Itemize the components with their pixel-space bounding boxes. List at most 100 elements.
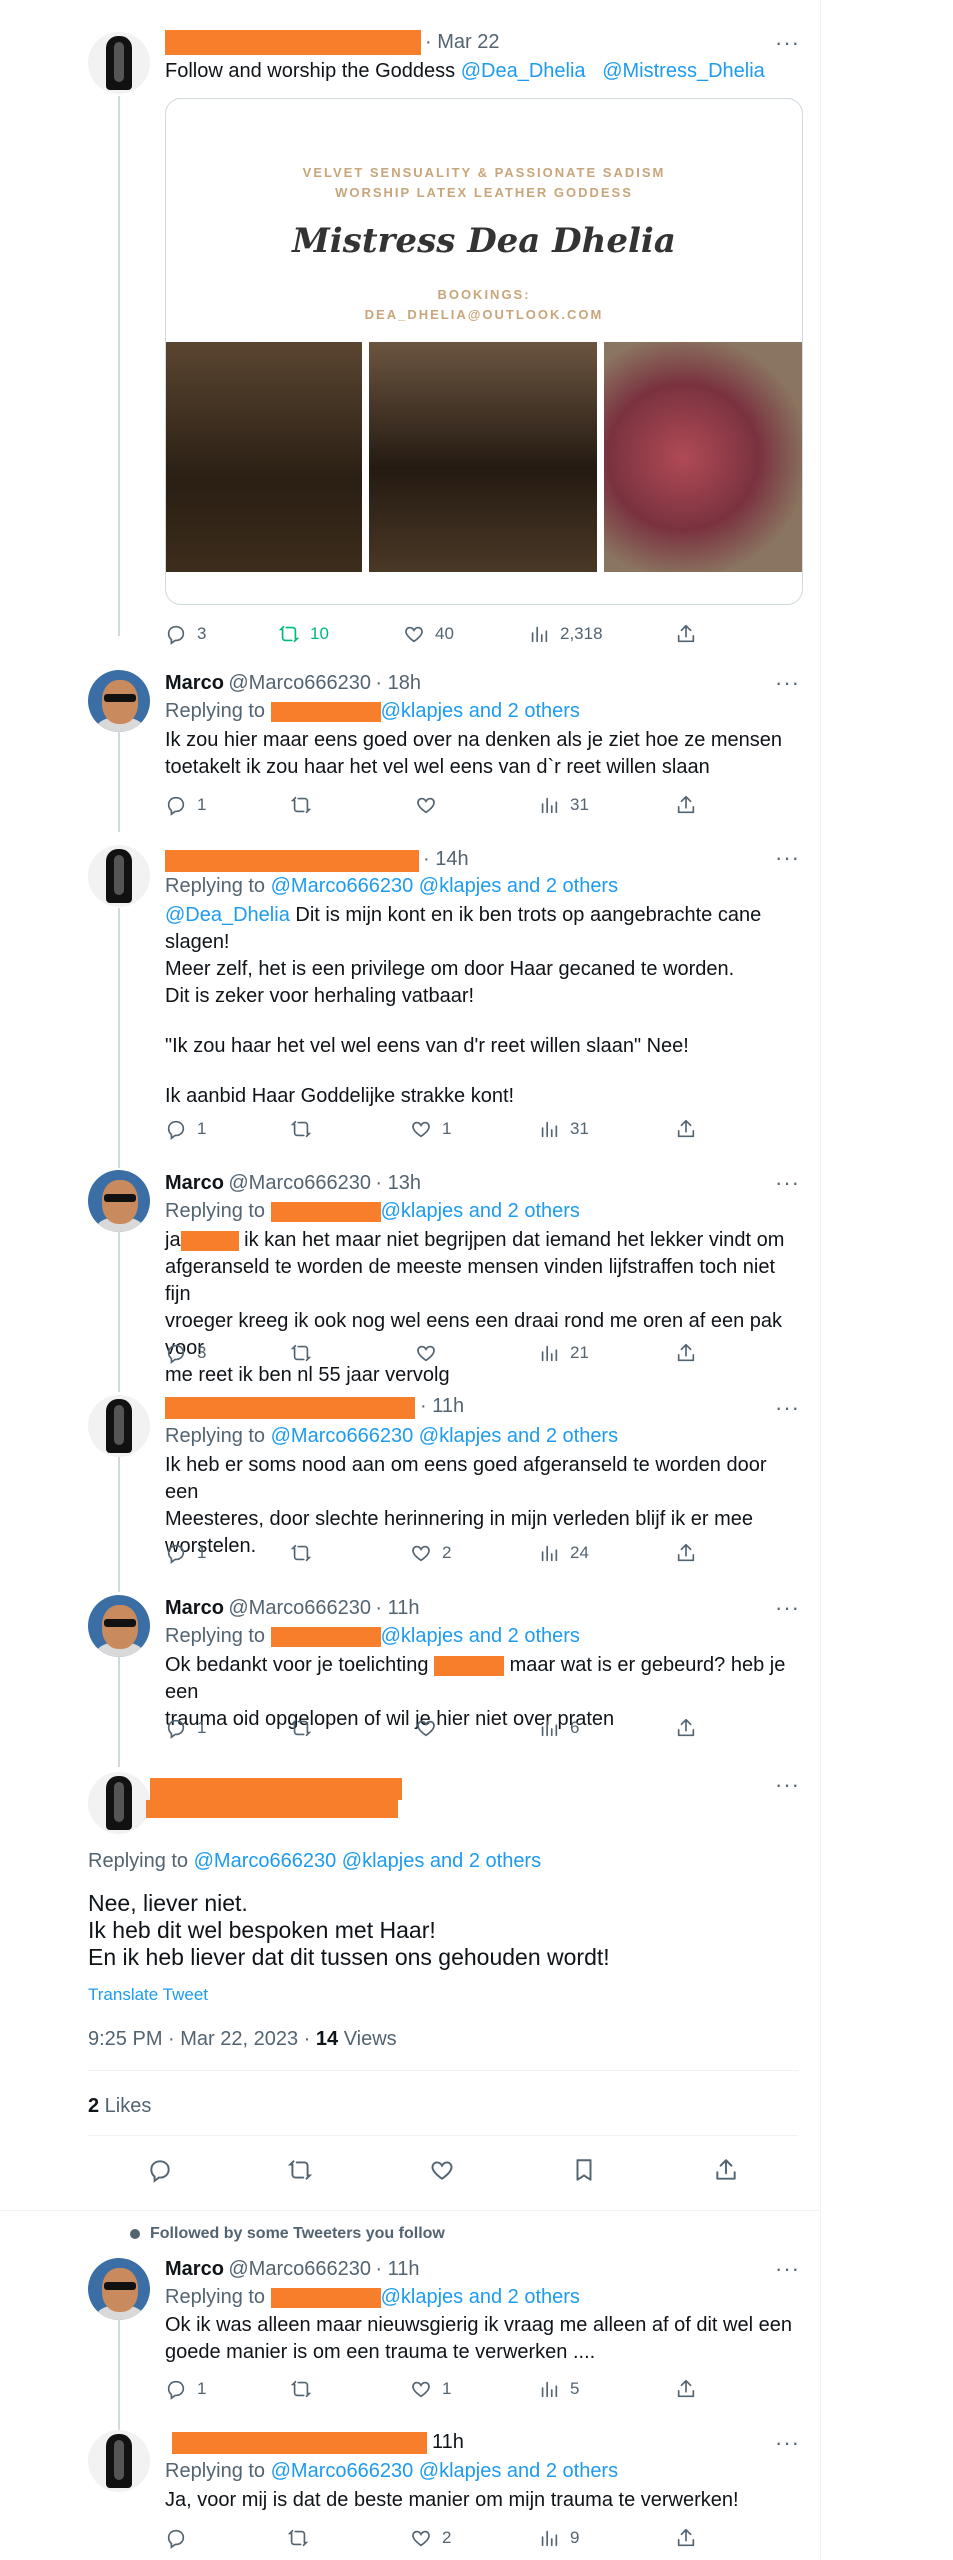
more-options-button[interactable]: ··· — [775, 2256, 800, 2282]
reply-button[interactable]: 1 — [165, 2378, 206, 2400]
like-button[interactable] — [415, 794, 447, 816]
share-button[interactable] — [675, 2378, 707, 2400]
reply-button[interactable]: 1 — [165, 794, 206, 816]
bookmark-button[interactable] — [571, 2157, 607, 2183]
more-options-button[interactable]: ··· — [775, 1772, 800, 1798]
share-button[interactable] — [675, 794, 707, 816]
retweet-button[interactable] — [287, 2157, 323, 2183]
avatar[interactable] — [88, 1395, 150, 1457]
retweet-button[interactable] — [290, 1542, 322, 1564]
translate-tweet-link[interactable]: Translate Tweet — [88, 1985, 208, 2005]
retweet-button[interactable] — [290, 1342, 322, 1364]
view-count: 5 — [570, 2379, 580, 2398]
share-button[interactable] — [675, 1118, 707, 1140]
share-button[interactable] — [675, 2527, 707, 2549]
replying-users-link[interactable]: @klapjes and 2 others — [381, 1200, 580, 1222]
mention-link[interactable]: @Dea_Dhelia — [165, 904, 290, 926]
card-photo-3[interactable] — [604, 342, 802, 572]
like-button[interactable]: 1 — [410, 2378, 451, 2400]
tweet-time[interactable]: · 11h — [375, 1597, 419, 1619]
tweet-time[interactable]: · 13h — [375, 1172, 421, 1194]
reply-button[interactable]: 3 — [165, 1342, 206, 1364]
retweet-button[interactable] — [287, 2527, 319, 2549]
views-button[interactable]: 5 — [538, 2378, 579, 2400]
avatar[interactable] — [88, 670, 150, 732]
display-name[interactable]: Marco — [165, 1597, 224, 1619]
tweet-time[interactable]: · 11h — [375, 2258, 419, 2280]
replying-users-link[interactable]: @klapjes and 2 others — [381, 1625, 580, 1647]
more-options-button[interactable]: ··· — [775, 30, 800, 56]
retweet-button[interactable] — [290, 1717, 322, 1739]
more-options-button[interactable]: ··· — [775, 1170, 800, 1196]
tweet-date[interactable]: · Mar 22 — [425, 31, 499, 54]
reply-button[interactable]: 1 — [165, 1717, 206, 1739]
tweet-text-line: Ik aanbid Haar Goddelijke strakke kont! — [165, 1085, 515, 1107]
share-button[interactable] — [675, 1342, 707, 1364]
replying-users-link[interactable]: @klapjes and 2 others — [381, 2286, 580, 2308]
avatar[interactable] — [88, 1595, 150, 1657]
like-button[interactable]: 40 — [403, 623, 454, 645]
reply-button[interactable]: 1 — [165, 1118, 206, 1140]
display-name[interactable]: Marco — [165, 1172, 224, 1194]
likes-summary[interactable]: 2 Likes — [88, 2095, 151, 2118]
like-button[interactable] — [415, 1342, 447, 1364]
views-button[interactable]: 9 — [538, 2527, 579, 2549]
views-button[interactable]: 24 — [538, 1542, 589, 1564]
reply-button[interactable]: 3 — [165, 623, 206, 645]
more-options-button[interactable]: ··· — [775, 2430, 800, 2456]
media-card[interactable]: VELVET SENSUALITY & PASSIONATE SADISM WO… — [165, 98, 803, 605]
retweet-button[interactable] — [290, 794, 322, 816]
avatar[interactable] — [88, 1170, 150, 1232]
more-options-button[interactable]: ··· — [775, 845, 800, 871]
tweet-time[interactable]: 11h — [432, 2431, 464, 2454]
views-button[interactable]: 2,318 — [528, 623, 603, 645]
avatar[interactable] — [88, 1772, 150, 1834]
avatar[interactable] — [88, 845, 150, 907]
tweet-time[interactable]: · 11h — [420, 1395, 464, 1418]
like-button[interactable] — [429, 2157, 465, 2183]
like-button[interactable]: 2 — [410, 2527, 451, 2549]
share-button[interactable] — [675, 1717, 707, 1739]
mention-link[interactable]: @Dea_Dhelia — [461, 60, 586, 82]
retweet-button[interactable]: 10 — [278, 623, 329, 645]
tweet-header: Marco @Marco666230 · 13h — [165, 1172, 421, 1195]
like-button[interactable]: 2 — [410, 1542, 451, 1564]
share-button[interactable] — [675, 623, 707, 645]
reply-button[interactable] — [147, 2157, 183, 2183]
views-button[interactable]: 21 — [538, 1342, 589, 1364]
avatar[interactable] — [88, 2430, 150, 2492]
retweet-button[interactable] — [290, 2378, 322, 2400]
replying-users-link[interactable]: @Marco666230 @klapjes and 2 others — [271, 1425, 618, 1447]
views-button[interactable]: 31 — [538, 1118, 589, 1140]
more-options-button[interactable]: ··· — [775, 1595, 800, 1621]
like-button[interactable]: 1 — [410, 1118, 451, 1140]
more-options-button[interactable]: ··· — [775, 670, 800, 696]
card-photo-2[interactable] — [369, 342, 597, 572]
like-button[interactable] — [415, 1717, 447, 1739]
user-handle[interactable]: @Marco666230 — [228, 2258, 371, 2280]
avatar[interactable] — [88, 2258, 150, 2320]
card-photo-1[interactable] — [166, 342, 362, 572]
display-name[interactable]: Marco — [165, 672, 224, 694]
display-name[interactable]: Marco — [165, 2258, 224, 2280]
reply-button[interactable]: 1 — [165, 1542, 206, 1564]
tweet-time[interactable]: · 18h — [375, 672, 421, 694]
views-button[interactable]: 31 — [538, 794, 589, 816]
mention-link[interactable]: @Mistress_Dhelia — [602, 60, 765, 82]
replying-users-link[interactable]: @klapjes and 2 others — [381, 700, 580, 722]
replying-users-link[interactable]: @Marco666230 @klapjes and 2 others — [194, 1850, 541, 1872]
avatar[interactable] — [88, 32, 150, 94]
views-button[interactable]: 6 — [538, 1717, 579, 1739]
user-handle[interactable]: @Marco666230 — [228, 1597, 371, 1619]
user-handle[interactable]: @Marco666230 — [228, 1172, 371, 1194]
share-button[interactable] — [713, 2157, 749, 2183]
retweet-button[interactable] — [290, 1118, 322, 1140]
timestamp-text[interactable]: 9:25 PM · Mar 22, 2023 · — [88, 2028, 316, 2050]
replying-users-link[interactable]: @Marco666230 @klapjes and 2 others — [271, 875, 618, 897]
replying-users-link[interactable]: @Marco666230 @klapjes and 2 others — [271, 2460, 618, 2482]
share-button[interactable] — [675, 1542, 707, 1564]
reply-button[interactable] — [165, 2527, 197, 2549]
user-handle[interactable]: @Marco666230 — [228, 672, 371, 694]
more-options-button[interactable]: ··· — [775, 1395, 800, 1421]
tweet-time[interactable]: · 14h — [423, 848, 469, 871]
